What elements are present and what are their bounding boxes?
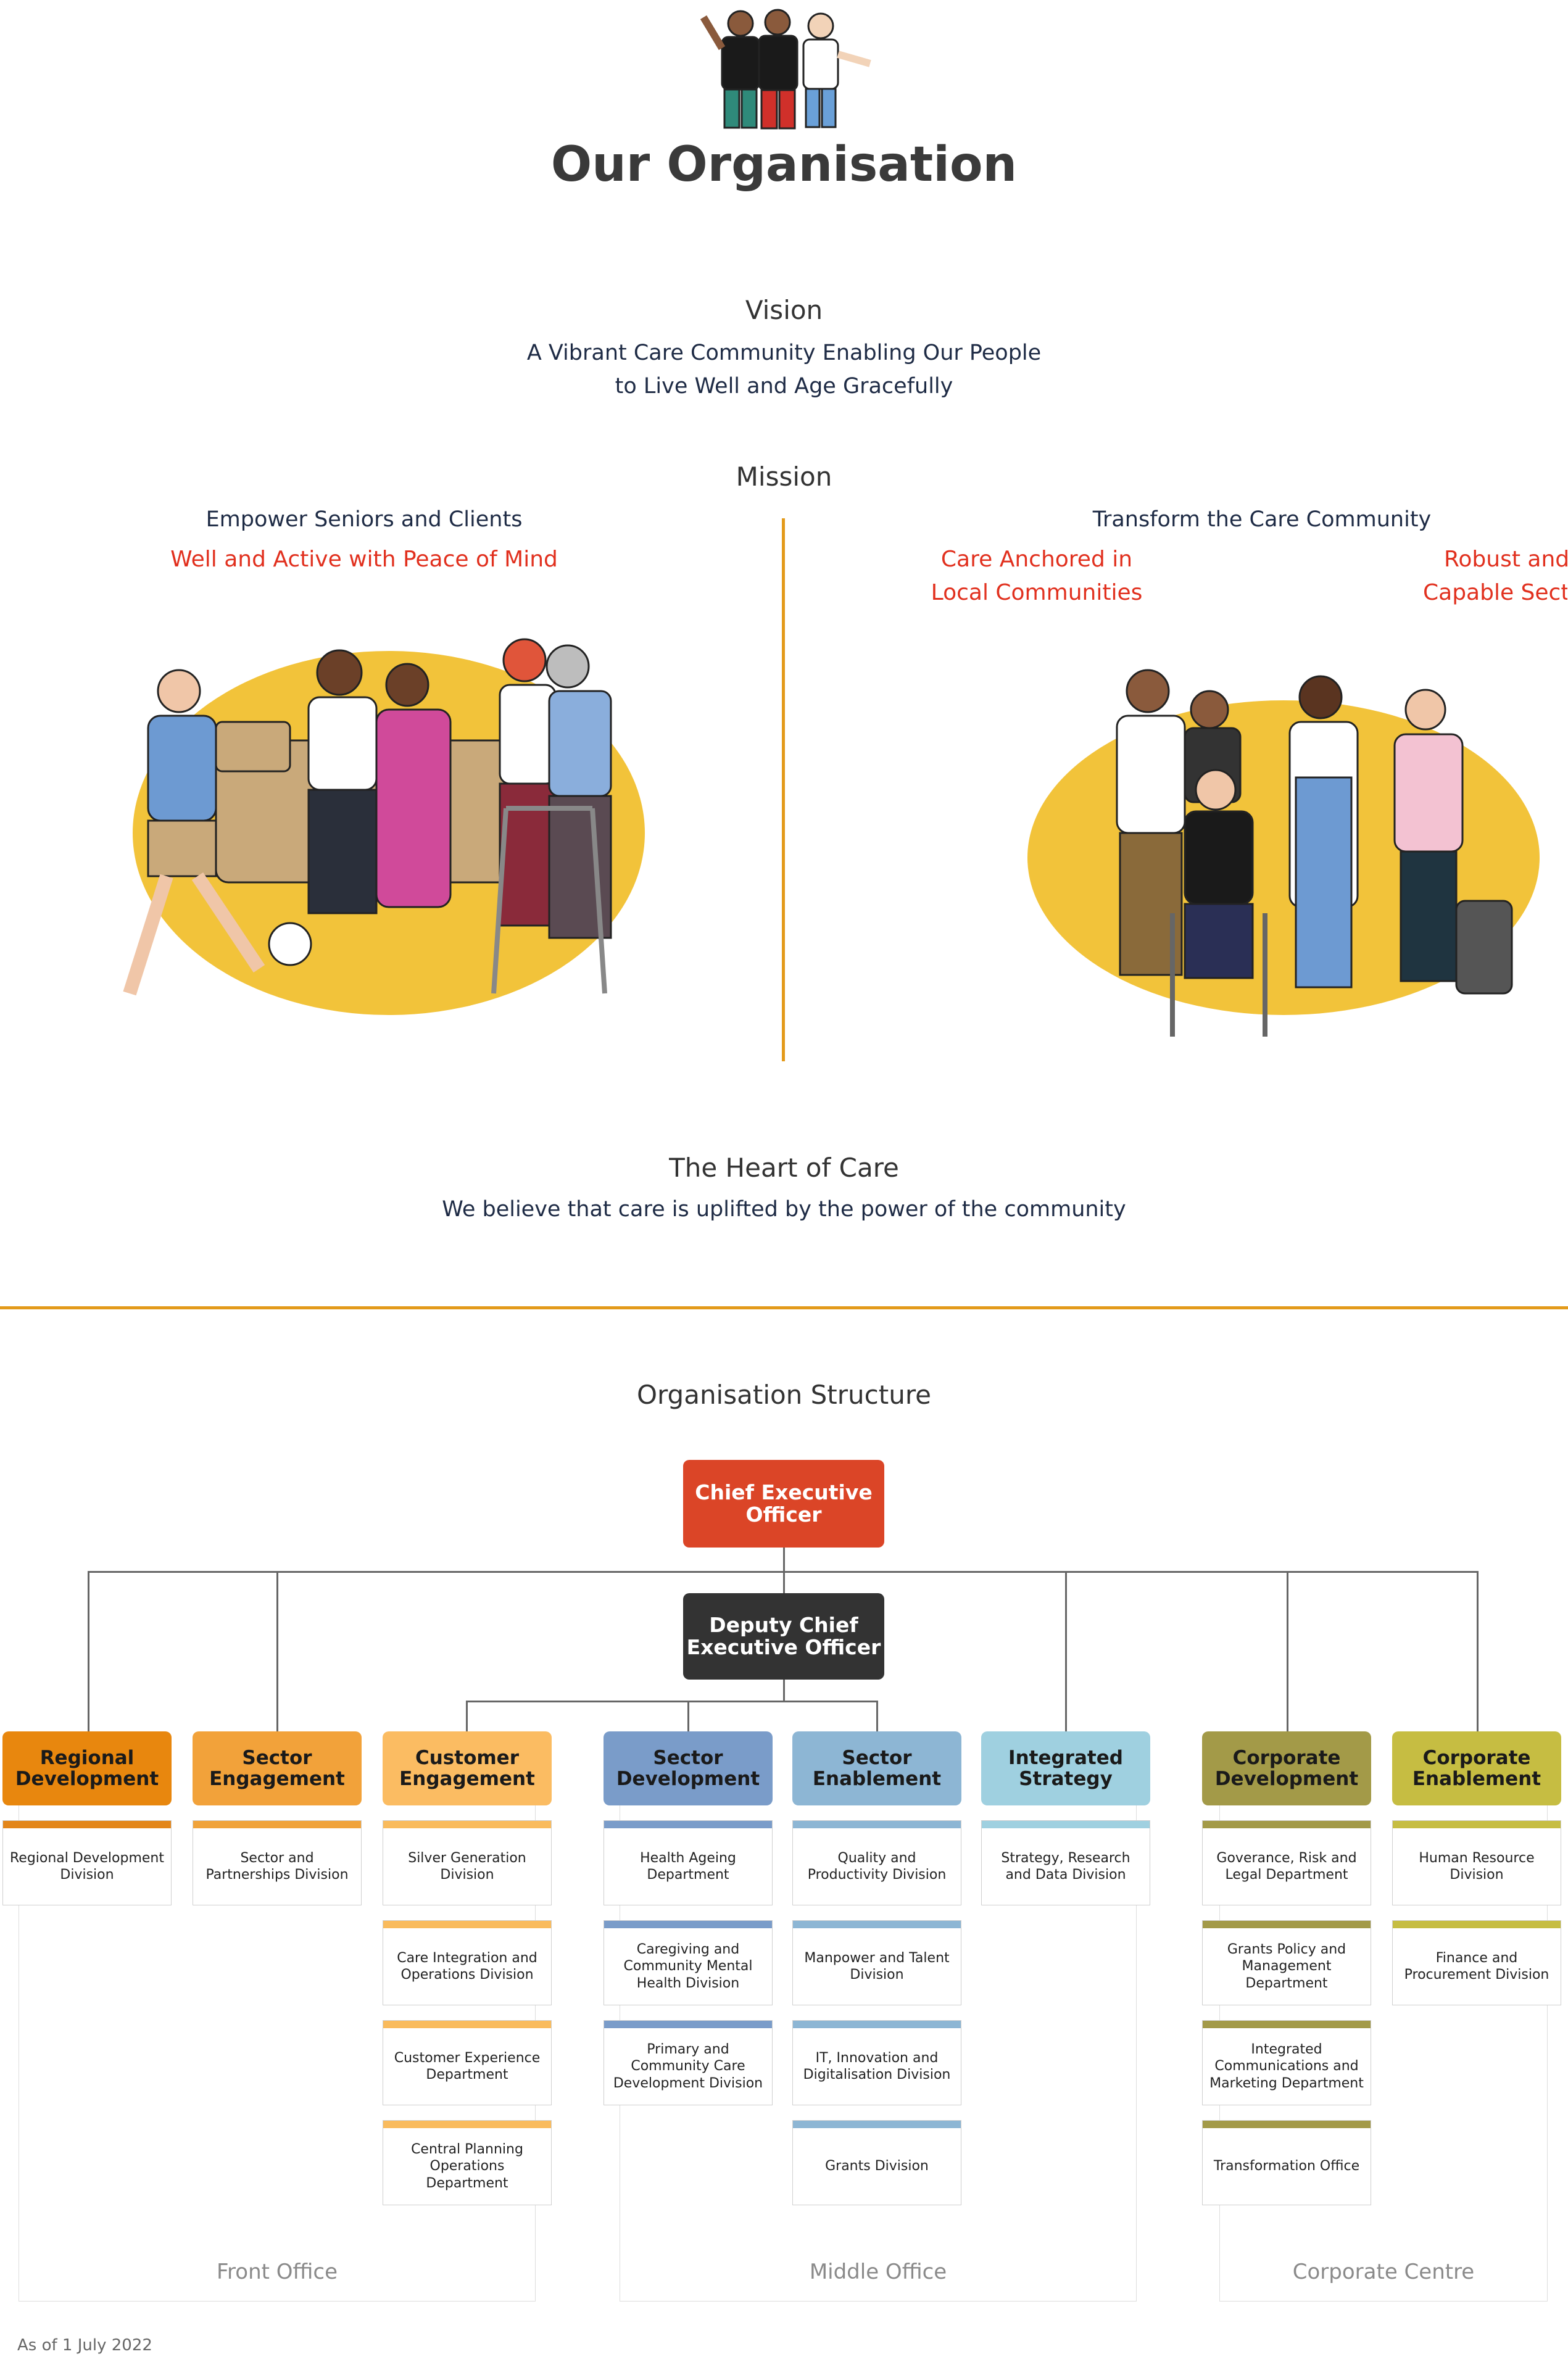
group-label: Sector Engagement bbox=[209, 1746, 345, 1790]
group-sector-engagement: Sector Engagement bbox=[193, 1731, 362, 1805]
group-regional-development: Regional Development bbox=[2, 1731, 172, 1805]
front-office-label: Front Office bbox=[216, 2260, 338, 2284]
group-label: Regional Development bbox=[15, 1746, 159, 1790]
header-people-illustration bbox=[700, 9, 871, 130]
division-label: IT, Innovation and Digitalisation Divisi… bbox=[803, 2050, 951, 2083]
division-label: Customer Experience Department bbox=[394, 2050, 541, 2083]
group-label: Corporate Development bbox=[1214, 1746, 1359, 1790]
group-sector-development: Sector Development bbox=[604, 1731, 773, 1805]
connector-dceo-bar bbox=[466, 1701, 877, 1702]
division-card: Care Integration and Operations Division bbox=[383, 1920, 552, 2005]
corporate-centre-label: Corporate Centre bbox=[1292, 2260, 1475, 2284]
group-label: Integrated Strategy bbox=[1008, 1746, 1123, 1790]
group-integrated-strategy: Integrated Strategy bbox=[981, 1731, 1150, 1805]
connector-to-regional bbox=[88, 1571, 89, 1731]
division-card: IT, Innovation and Digitalisation Divisi… bbox=[792, 2020, 961, 2105]
division-label: Integrated Communications and Marketing … bbox=[1209, 2041, 1364, 2091]
division-label: Central Planning Operations Department bbox=[411, 2141, 523, 2191]
heart-heading: The Heart of Care bbox=[669, 1153, 899, 1183]
division-label: Silver Generation Division bbox=[408, 1850, 526, 1883]
division-card: Strategy, Research and Data Division bbox=[981, 1820, 1150, 1905]
mission-point-2-line-1: Robust and bbox=[1444, 547, 1567, 572]
division-label: Goverance, Risk and Legal Department bbox=[1216, 1850, 1357, 1883]
division-label: Care Integration and Operations Division bbox=[397, 1950, 537, 1983]
mission-point-1-line-2: Local Communities bbox=[931, 580, 1143, 605]
connector-to-customer-engagement bbox=[466, 1701, 468, 1731]
as-of-date: As of 1 July 2022 bbox=[17, 2336, 152, 2355]
org-structure-heading: Organisation Structure bbox=[636, 1380, 932, 1410]
division-card: Grants Division bbox=[792, 2120, 961, 2205]
vision-line-1: A Vibrant Care Community Enabling Our Pe… bbox=[526, 341, 1042, 365]
group-label: Customer Engagement bbox=[399, 1746, 535, 1790]
division-label: Regional Development Division bbox=[9, 1850, 164, 1883]
seniors-illustration bbox=[123, 638, 645, 1015]
mission-left-subtitle: Well and Active with Peace of Mind bbox=[170, 547, 558, 572]
heart-text: We believe that care is uplifted by the … bbox=[442, 1197, 1126, 1222]
group-label: Corporate Enablement bbox=[1412, 1746, 1541, 1790]
division-label: Human Resource Division bbox=[1419, 1850, 1535, 1883]
group-sector-enablement: Sector Enablement bbox=[792, 1731, 961, 1805]
page-title: Our Organisation bbox=[550, 137, 1018, 193]
mission-point-1-line-1: Care Anchored in bbox=[940, 547, 1133, 572]
section-divider bbox=[0, 1306, 1568, 1309]
division-card: Caregiving and Community Mental Health D… bbox=[604, 1920, 773, 2005]
connector-to-corporate-development bbox=[1287, 1571, 1288, 1731]
division-label: Finance and Procurement Division bbox=[1404, 1950, 1549, 1983]
vision-line-2: to Live Well and Age Gracefully bbox=[615, 374, 953, 399]
care-community-illustration bbox=[1027, 669, 1540, 1037]
division-card: Central Planning Operations Department bbox=[383, 2120, 552, 2205]
connector-to-sector-enablement bbox=[876, 1701, 878, 1731]
vision-heading: Vision bbox=[745, 295, 823, 325]
division-card: Regional Development Division bbox=[2, 1820, 172, 1905]
group-customer-engagement: Customer Engagement bbox=[383, 1731, 552, 1805]
division-label: Manpower and Talent Division bbox=[804, 1950, 950, 1983]
division-label: Primary and Community Care Development D… bbox=[613, 2041, 763, 2091]
division-label: Quality and Productivity Division bbox=[807, 1850, 947, 1883]
connector-to-sector-development bbox=[687, 1701, 689, 1731]
connector-to-integrated-strategy bbox=[1065, 1571, 1067, 1731]
mission-right-title: Transform the Care Community bbox=[1092, 507, 1432, 532]
mission-divider bbox=[782, 518, 785, 1061]
division-label: Caregiving and Community Mental Health D… bbox=[623, 1941, 753, 1991]
division-card: Primary and Community Care Development D… bbox=[604, 2020, 773, 2105]
division-card: Silver Generation Division bbox=[383, 1820, 552, 1905]
division-card: Integrated Communications and Marketing … bbox=[1202, 2020, 1371, 2105]
connector-to-corporate-enablement bbox=[1477, 1571, 1479, 1731]
division-card: Quality and Productivity Division bbox=[792, 1820, 961, 1905]
group-label: Sector Enablement bbox=[812, 1746, 942, 1790]
mission-point-2-line-2: Capable Sect bbox=[1423, 580, 1567, 605]
group-corporate-development: Corporate Development bbox=[1202, 1731, 1371, 1805]
mission-heading: Mission bbox=[736, 462, 832, 492]
division-card: Transformation Office bbox=[1202, 2120, 1371, 2205]
division-card: Customer Experience Department bbox=[383, 2020, 552, 2105]
division-card: Goverance, Risk and Legal Department bbox=[1202, 1820, 1371, 1905]
middle-office-label: Middle Office bbox=[809, 2260, 947, 2284]
connector-to-sector-engagement bbox=[276, 1571, 278, 1731]
group-corporate-enablement: Corporate Enablement bbox=[1392, 1731, 1561, 1805]
division-label: Grants Division bbox=[825, 2158, 929, 2174]
connector-top-bar bbox=[88, 1571, 1479, 1573]
division-card: Grants Policy and Management Department bbox=[1202, 1920, 1371, 2005]
connector-dceo-down bbox=[783, 1680, 785, 1702]
division-label: Health Ageing Department bbox=[640, 1850, 736, 1883]
division-card: Finance and Procurement Division bbox=[1392, 1920, 1561, 2005]
connector-ceo-down bbox=[783, 1548, 785, 1593]
division-card: Sector and Partnerships Division bbox=[193, 1820, 362, 1905]
division-label: Strategy, Research and Data Division bbox=[1001, 1850, 1130, 1883]
ceo-box: Chief Executive Officer bbox=[683, 1460, 884, 1548]
mission-left-title: Empower Seniors and Clients bbox=[205, 507, 523, 532]
division-label: Grants Policy and Management Department bbox=[1227, 1941, 1346, 1991]
division-label: Transformation Office bbox=[1213, 2158, 1360, 2174]
division-label: Sector and Partnerships Division bbox=[205, 1850, 349, 1883]
division-card: Human Resource Division bbox=[1392, 1820, 1561, 1905]
dceo-box: Deputy Chief Executive Officer bbox=[683, 1593, 884, 1680]
group-label: Sector Development bbox=[616, 1746, 760, 1790]
division-card: Manpower and Talent Division bbox=[792, 1920, 961, 2005]
division-card: Health Ageing Department bbox=[604, 1820, 773, 1905]
